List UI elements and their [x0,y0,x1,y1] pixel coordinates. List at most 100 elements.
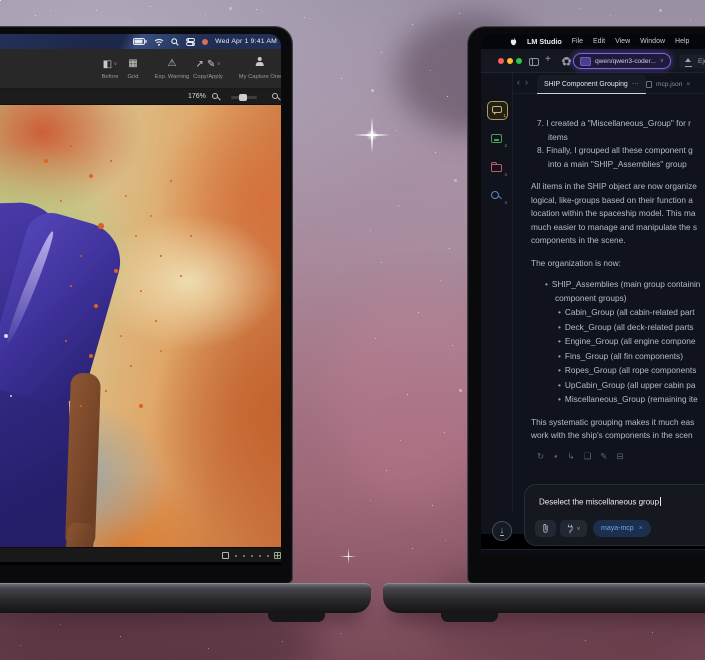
file-icon [646,81,652,88]
tab-bar: ‹› SHIP Component Grouping ⋯ mcp.json × [513,73,705,94]
right-laptop-base [383,583,705,622]
chevron-down-icon: ∨ [215,61,221,67]
right-laptop-screen: LM Studio File Edit View Window Help + qwen/… [481,34,705,555]
text-caret [660,497,662,506]
tab-mcp-json[interactable]: mcp.json × [639,75,697,94]
scene: Wed Apr 1 9:41 AM ◧ ∨ Before ▦ Grid ⚠ Exp. Wa… [0,0,705,660]
apple-icon[interactable] [510,37,517,46]
delete-icon[interactable]: ⊟ [616,452,623,462]
left-laptop-base [0,583,371,622]
model-selector[interactable]: qwen/qwen3-coder... ∨ [573,53,671,69]
exposure-warning-toggle[interactable]: ⚠ Exp. Warning [155,57,190,80]
chat-input[interactable]: Deselect the miscellaneous group ∨ maya-… [524,484,705,546]
zoom-slider-thumb[interactable] [239,94,247,101]
minimize-button[interactable] [507,58,513,64]
grid-toggle[interactable]: ▦ Grid [128,57,139,80]
before-toggle[interactable]: ◧ ∨ Before [101,57,118,80]
eject-model-button[interactable]: Eject [679,54,705,68]
chevron-down-icon: ∨ [112,61,118,67]
menu-file[interactable]: File [572,38,583,45]
tab-ship-component-grouping[interactable]: SHIP Component Grouping ⋯ [537,75,646,94]
mcp-badge-maya[interactable]: maya-mcp × [593,520,651,537]
close-button[interactable] [498,58,504,64]
chat-line: Engine_Group (all engine compone [531,335,705,349]
sidebar-item-discover[interactable]: 4 [487,187,508,206]
copy-apply-tools-label: Copy/Apply [193,74,223,80]
edit-icon[interactable]: ✎ [600,452,607,462]
sidebar-item-developer[interactable]: 2 [487,130,508,149]
left-laptop-lid: Wed Apr 1 9:41 AM ◧ ∨ Before ▦ Grid ⚠ Exp. Wa… [0,26,293,584]
battery-icon[interactable] [133,38,147,45]
more-icon[interactable]: ∙ [553,452,558,462]
zoom-in-icon[interactable] [272,93,278,99]
laptop-foot [441,613,498,622]
copy-apply-tools-icon: ↗ ✎ ∨ [195,59,221,70]
menubar-app-icon[interactable] [202,38,209,45]
zoom-slider[interactable] [231,94,257,101]
download-icon: ↓ [499,525,505,536]
control-center-icon[interactable] [186,37,196,46]
laptop-foot [268,613,325,622]
chat-line: 8. Finally, I grouped all these componen… [537,145,693,155]
menu-edit[interactable]: Edit [593,38,605,45]
page-dot[interactable] [235,555,237,557]
app-name[interactable]: LM Studio [527,37,562,46]
chat-line: All items in the SHIP object are now org… [531,181,697,191]
chat-line: UpCabin_Group (all upper cabin pa [531,379,705,393]
app-version: LM Studio 0.3.39 [500,555,557,556]
attach-file-button[interactable] [535,520,556,537]
eject-icon-bar [685,65,692,67]
page-dot[interactable] [259,555,261,557]
chat-line: much easier to manage and manipulate the… [531,221,698,232]
capture-one-toolbar: ◧ ∨ Before ▦ Grid ⚠ Exp. Warning ↗ ✎ ∨ Copy/App… [0,49,281,89]
grid-toggle-icon: ▦ [128,58,138,69]
tab-more-icon[interactable]: ⋯ [632,80,639,88]
zoom-out-icon[interactable] [212,93,218,99]
selection-square-icon[interactable] [222,552,229,559]
branch-icon[interactable]: ↳ [567,452,574,462]
status-bar: ✦ LM Studio 0.3.39 (Build 2) RAM: 18.07 … [481,549,705,555]
my-capture-one[interactable]: My Capture One [239,57,281,80]
model-arm [65,372,101,546]
badge-close-icon[interactable]: × [639,525,643,532]
page-dot[interactable] [251,555,253,557]
page-dot[interactable] [243,555,245,557]
menu-items: File Edit View Window Help [572,38,690,45]
settings-gear-icon[interactable] [562,57,571,66]
sidebar-toggle-icon[interactable] [529,58,539,66]
chat-line: items [548,131,568,142]
page-dot[interactable] [267,555,269,557]
model-hand [63,521,96,547]
macos-menu-bar: Wed Apr 1 9:41 AM [0,34,281,49]
sidebar-item-my-models[interactable]: 3 [487,159,508,178]
chat-line: The organization is now: [531,257,621,268]
tab-close-icon[interactable]: × [686,81,690,88]
chat-line: components in the scene. [531,235,626,245]
before-toggle-label: Before [101,74,119,80]
menu-window[interactable]: Window [640,38,665,45]
chat-line: Cabin_Group (all cabin-related part [531,306,705,320]
lm-studio-window: + qwen/qwen3-coder... ∨ Eject [481,49,705,555]
search-icon [491,191,499,199]
regenerate-icon[interactable]: ↻ [537,452,544,462]
new-chat-button[interactable]: + [545,54,551,65]
tab-nav-arrows[interactable]: ‹› [517,77,533,87]
downloads-button[interactable]: ↓ [492,521,512,541]
mcp-integrations-button[interactable]: ∨ [560,520,587,537]
message-actions: ↻ ∙ ↳ ❏ ✎ ⊟ [531,452,705,462]
chat-line: component groups) [555,292,627,303]
search-icon[interactable] [171,37,179,46]
sidebar-item-chat[interactable]: 1 [487,101,508,120]
chat-line: into a main "SHIP_Assemblies" group [548,158,687,169]
copy-apply-tools[interactable]: ↗ ✎ ∨ Copy/Apply [193,57,223,80]
my-capture-one-label: My Capture One [238,74,281,80]
lm-toolbar: + qwen/qwen3-coder... ∨ Eject [481,49,705,73]
menu-help[interactable]: Help [675,38,689,45]
menu-view[interactable]: View [615,38,630,45]
chat-line: This systematic grouping makes it much e… [531,416,695,427]
wifi-icon[interactable] [154,38,164,46]
menu-bar-clock[interactable]: Wed Apr 1 9:41 AM [215,38,277,45]
maximize-button[interactable] [516,58,522,64]
copy-icon[interactable]: ❏ [584,452,592,462]
grid-view-icon[interactable] [274,552,281,559]
